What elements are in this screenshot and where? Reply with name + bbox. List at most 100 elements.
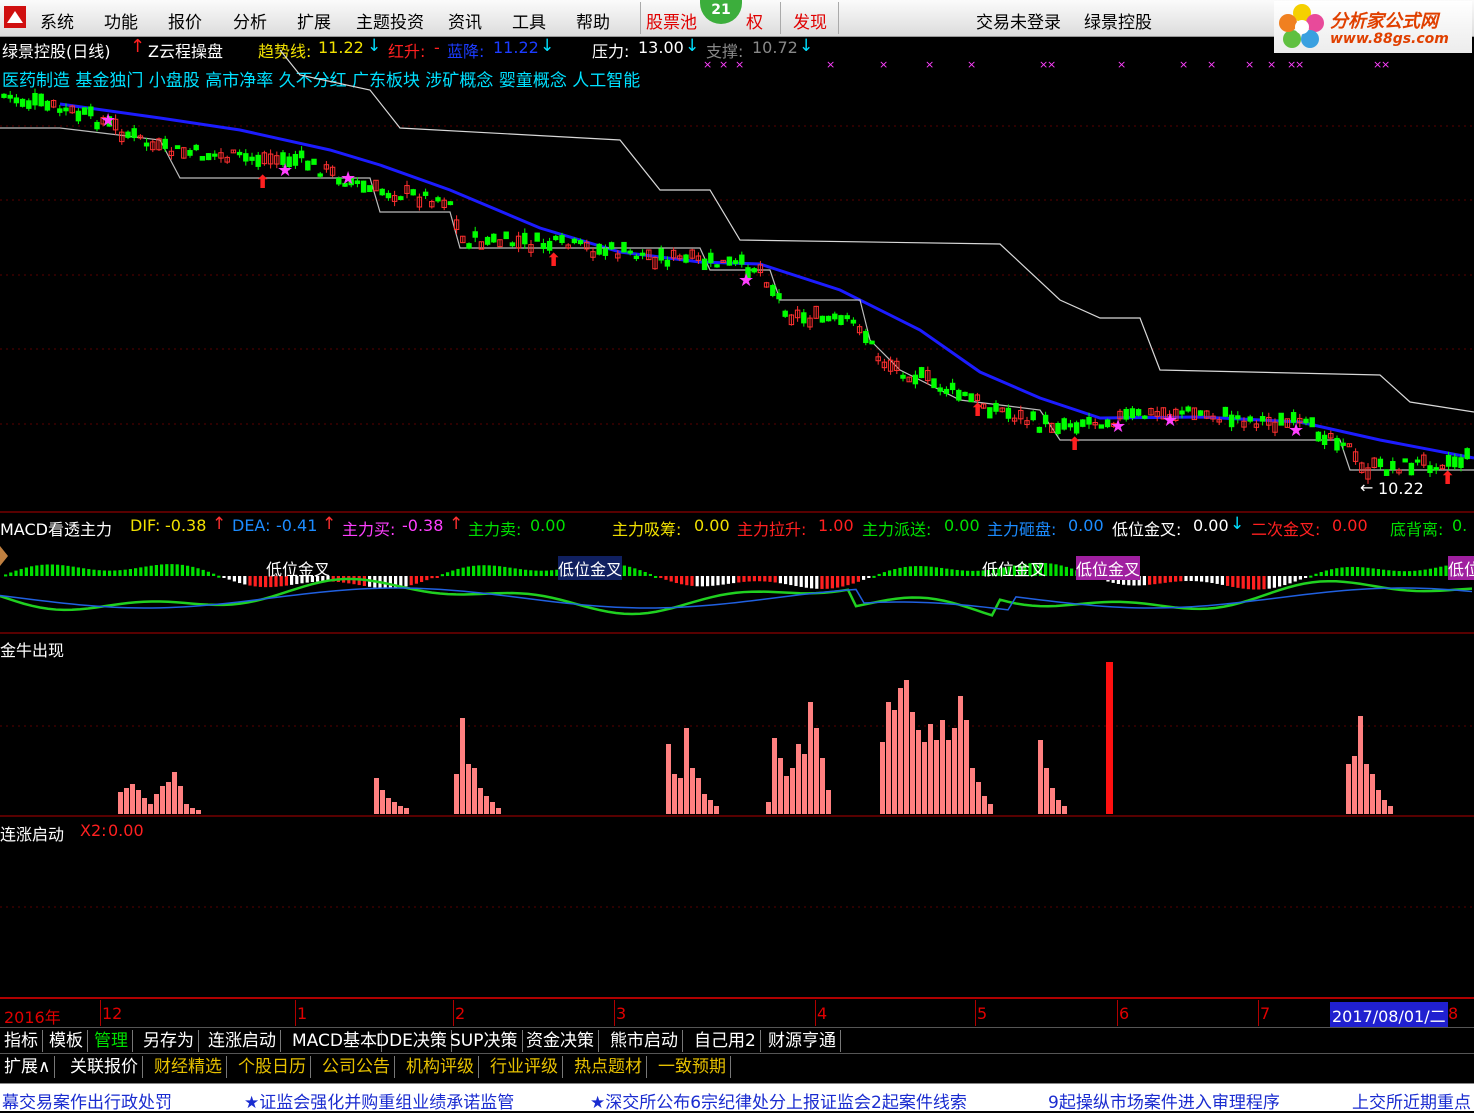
macd-bar	[222, 576, 226, 578]
macd-title[interactable]: MACD看透主力	[0, 516, 112, 540]
candle-body	[19, 98, 26, 107]
macd-bar	[908, 566, 912, 576]
macd-bar	[1158, 576, 1162, 584]
candle-body	[801, 312, 807, 324]
bull-bar	[808, 702, 813, 814]
low-price-arrow-icon: ←	[1360, 478, 1374, 497]
tab-fund[interactable]: 资金决策	[522, 1030, 599, 1052]
candle-body	[162, 138, 168, 149]
macd-bar	[976, 570, 980, 576]
candle-body	[838, 315, 844, 325]
macd-bar	[404, 576, 408, 587]
tab-hot-topics[interactable]: 热点题材	[570, 1056, 647, 1078]
candle-body	[770, 285, 776, 296]
bull-bar	[826, 790, 831, 814]
tab-save-as[interactable]: 另存为	[139, 1030, 199, 1052]
bull-bar	[958, 696, 963, 814]
tab-self2[interactable]: 自己用2	[690, 1030, 761, 1052]
bull-bar	[940, 720, 945, 814]
tab-announcement[interactable]: 公司公告	[318, 1056, 395, 1078]
candle-body	[509, 242, 516, 247]
candle-body	[484, 236, 491, 245]
macd-bar	[1418, 570, 1422, 576]
candle-body	[633, 255, 640, 260]
tab-industry-rating[interactable]: 行业评级	[486, 1056, 563, 1078]
tab-manage[interactable]: 管理	[90, 1030, 133, 1052]
macd-bar	[950, 569, 954, 576]
tab-bear[interactable]: 熊市启动	[606, 1030, 683, 1052]
macd-bar	[685, 576, 689, 586]
news-item[interactable]: 上交所近期重点	[1352, 1088, 1471, 1113]
buy-star-icon: ★	[100, 110, 116, 131]
lianzhang-title[interactable]: 连涨启动	[0, 821, 64, 845]
bull-bar	[392, 802, 397, 814]
macd-bar	[508, 567, 512, 576]
candle-body	[546, 240, 553, 251]
tab-institution-rating[interactable]: 机构评级	[402, 1056, 479, 1078]
macd-bar	[752, 576, 756, 582]
bull-bar	[696, 778, 701, 814]
macd-bar	[50, 564, 54, 576]
bull-pane-title[interactable]: 金牛出现	[0, 637, 64, 661]
panel-handle-icon[interactable]	[0, 546, 8, 566]
bull-bar	[1370, 774, 1375, 814]
candle-body	[1142, 415, 1148, 419]
low-gold-value: 0.00	[1193, 516, 1229, 535]
news-item[interactable]: ★深交所公布6宗纪律处分上报证监会2起案件线索	[590, 1088, 967, 1113]
tab-extend[interactable]: 扩展∧	[0, 1056, 56, 1078]
tab-dde[interactable]: DDE决策	[372, 1030, 452, 1052]
tab-macd-basic[interactable]: MACD基本	[288, 1030, 382, 1052]
macd-bar	[940, 567, 944, 576]
tab-indicator[interactable]: 指标	[0, 1030, 43, 1052]
candle-body	[1222, 406, 1229, 417]
macd-bar	[56, 564, 60, 576]
macd-bar	[513, 568, 517, 576]
macd-bar	[872, 575, 876, 578]
tab-related-quote[interactable]: 关联报价	[66, 1056, 143, 1078]
macd-bar	[1194, 576, 1198, 582]
macd-bar	[778, 576, 782, 584]
kline-chart[interactable]: ★★ ★★★ ★ ★⬆⬆⬆⬆⬆ × × × × × × × ×× × × × × × ×× ××	[0, 0, 1474, 1110]
macd-bar	[113, 570, 117, 576]
macd-bar	[217, 575, 221, 578]
macd-bar	[149, 565, 153, 576]
candle-body	[1309, 417, 1315, 428]
news-item[interactable]: ★证监会强化并购重组业绩承诺监管	[244, 1088, 514, 1113]
tab-stock-calendar[interactable]: 个股日历	[234, 1056, 311, 1078]
bull-bar	[374, 778, 379, 814]
tab-sup[interactable]: SUP决策	[446, 1030, 523, 1052]
tab-consensus[interactable]: 一致预期	[654, 1056, 731, 1078]
candle-body	[292, 153, 299, 166]
macd-bar	[924, 566, 928, 576]
macd-bar	[1163, 576, 1167, 583]
news-item[interactable]: 9起操纵市场案件进入审理程序	[1048, 1088, 1280, 1113]
buy-star-icon: ★	[1162, 410, 1178, 431]
candle-body	[367, 185, 373, 193]
candle-body	[571, 238, 578, 244]
candle-body	[88, 106, 94, 117]
down-arrow-icon: ↓	[1230, 514, 1245, 534]
x-mark-icon: ×	[719, 58, 728, 71]
candle-body	[1030, 411, 1036, 421]
tab-template[interactable]: 模板	[45, 1030, 88, 1052]
tab-finance-select[interactable]: 财经精选	[150, 1056, 227, 1078]
tab-caiyuan[interactable]: 财源亨通	[764, 1030, 841, 1052]
news-item[interactable]: 幕交易案作出行政处罚	[2, 1088, 172, 1113]
date-label: 8	[1448, 1004, 1459, 1023]
candle-body	[1334, 437, 1340, 451]
macd-bar	[846, 576, 850, 586]
bottom-div-value: 0.	[1452, 516, 1468, 535]
candle-body	[205, 153, 212, 161]
macd-bar	[669, 576, 673, 582]
signal-markers: ★ ★ ★ ★ ★ ★ ★ ⬆ ⬆ ⬆ ⬆ ⬆	[100, 110, 1455, 489]
bull-bar	[160, 786, 165, 814]
macd-bar	[763, 576, 767, 582]
macd-bar	[820, 576, 824, 589]
bull-bar	[460, 718, 465, 814]
bull-bar	[136, 790, 141, 814]
candle-body	[844, 315, 850, 320]
tab-lianzhang[interactable]: 连涨启动	[204, 1030, 281, 1052]
macd-bar	[258, 576, 262, 587]
candle-body	[1377, 458, 1384, 468]
macd-bar	[1356, 567, 1360, 576]
